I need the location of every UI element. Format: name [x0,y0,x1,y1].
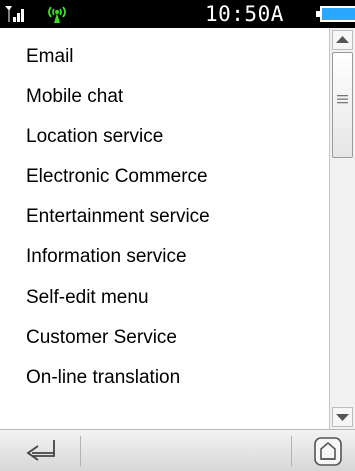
menu-item-information-service[interactable]: Information service [26,242,187,272]
softkey-divider [80,436,81,466]
menu-item-email[interactable]: Email [26,42,74,72]
scroll-down-arrow-icon [336,414,349,421]
menu-item-mobile-chat[interactable]: Mobile chat [26,82,123,112]
menu-item-entertainment-service[interactable]: Entertainment service [26,202,210,232]
menu-item-electronic-commerce[interactable]: Electronic Commerce [26,162,208,192]
antenna-icon [48,6,66,23]
scroll-down-button[interactable] [332,407,353,427]
menu-item-online-translation[interactable]: On-line translation [26,363,180,393]
scroll-up-button[interactable] [332,30,353,50]
menu-list: Email Mobile chat Location service Elect… [0,28,329,429]
home-icon [314,437,342,466]
battery-icon [316,6,355,22]
status-clock: 10:50A [205,2,284,26]
back-button[interactable] [0,430,80,471]
grip-lines-icon [337,95,348,104]
back-return-icon [26,440,55,461]
menu-item-location-service[interactable]: Location service [26,122,163,152]
scroll-up-arrow-icon [336,36,349,43]
signal-strength-icon [5,6,24,22]
scrollbar-thumb[interactable] [332,52,353,158]
menu-item-customer-service[interactable]: Customer Service [26,323,177,353]
menu-item-self-edit-menu[interactable]: Self-edit menu [26,283,149,313]
home-button[interactable] [292,430,355,471]
softkey-bar [0,429,355,471]
status-bar: 10:50A [0,0,355,28]
vertical-scrollbar[interactable] [329,28,355,429]
